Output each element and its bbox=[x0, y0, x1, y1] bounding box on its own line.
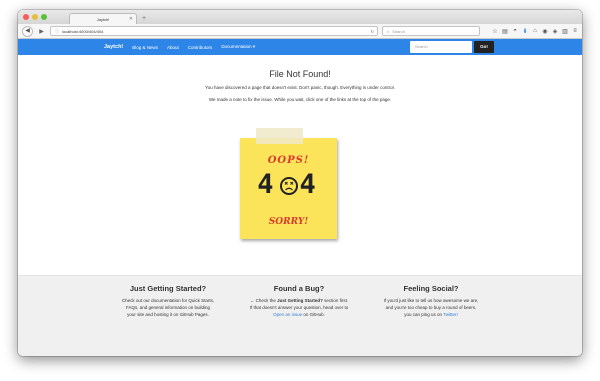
new-tab-icon[interactable]: + bbox=[142, 13, 146, 24]
browser-search-bar[interactable]: ⌕ Search bbox=[382, 26, 480, 36]
nav-link-contributors[interactable]: Contributors bbox=[188, 45, 213, 50]
browser-search-placeholder: Search bbox=[392, 28, 405, 34]
site-search-input[interactable]: Search bbox=[410, 41, 472, 53]
page-title: File Not Found! bbox=[269, 69, 331, 79]
close-tab-icon[interactable]: ✕ bbox=[129, 16, 133, 22]
footer-social-title: Feeling Social? bbox=[403, 284, 459, 293]
menu-icon[interactable]: ≡ bbox=[572, 28, 578, 35]
twitter-link[interactable]: Twitter! bbox=[443, 312, 458, 317]
footer-text-line: If you'd just like to tell us how awesom… bbox=[383, 298, 479, 303]
go-button[interactable]: Go! bbox=[474, 41, 494, 53]
footer-text-line: on GitHub. bbox=[302, 312, 325, 317]
error-code-left: 4 bbox=[257, 169, 278, 200]
browser-toolbar: ◀ ▶ ⓘ localhost:4000/404/404 ↻ ⌕ Search … bbox=[18, 24, 582, 39]
footer-found-bug-text: ← Check the Just Getting Started? sectio… bbox=[234, 297, 364, 318]
site-navbar: Jaytch! Blog & News About Contributors D… bbox=[18, 39, 582, 55]
sad-face-icon bbox=[280, 177, 298, 195]
shield-icon[interactable]: ◈ bbox=[552, 28, 558, 35]
footer-found-bug-title: Found a Bug? bbox=[273, 284, 325, 293]
sticky-note-404: OOPS! 44 SORRY! bbox=[240, 138, 337, 239]
footer-text-line: section first. bbox=[322, 298, 349, 303]
footer-text-line: If that doesn't answer your question, he… bbox=[249, 305, 349, 310]
browser-window: Jaytch! ✕ + ◀ ▶ ⓘ localhost:4000/404/404… bbox=[18, 10, 582, 356]
nav-link-blog[interactable]: Blog & News bbox=[132, 45, 158, 50]
url-text: localhost:4000/404/404 bbox=[62, 28, 104, 34]
maximize-window-button[interactable] bbox=[41, 14, 47, 20]
tab-title: Jaytch! bbox=[96, 16, 110, 22]
browser-tab[interactable]: Jaytch! ✕ bbox=[69, 13, 137, 24]
footer-text-line: FAQs, and general information on buildin… bbox=[125, 305, 211, 310]
download-icon[interactable]: ⬇ bbox=[522, 28, 528, 35]
error-code-right: 4 bbox=[299, 169, 320, 200]
footer-social: Feeling Social? If you'd just like to te… bbox=[366, 284, 496, 318]
back-arrow-icon[interactable]: ◀ bbox=[22, 25, 33, 37]
footer-social-text: If you'd just like to tell us how awesom… bbox=[366, 297, 496, 318]
close-window-button[interactable] bbox=[23, 14, 29, 20]
title-bar: Jaytch! ✕ + bbox=[18, 10, 582, 24]
open-issue-link[interactable]: Open an issue bbox=[273, 312, 302, 317]
toolbar-icons: ☆ ▤ ◓ ⬇ ⌂ ◉ ◈ ▥ ≡ bbox=[492, 28, 578, 35]
footer-getting-started: Just Getting Started? Check out our docu… bbox=[103, 284, 233, 318]
footer-text-line: Check out our documentation for Quick St… bbox=[121, 298, 215, 303]
footer-text-line: and you're too cheap to buy a round of b… bbox=[385, 305, 477, 310]
forward-arrow-icon[interactable]: ▶ bbox=[37, 28, 46, 35]
footer-getting-started-title: Just Getting Started? bbox=[129, 284, 207, 293]
footer-text-line: ← Check the bbox=[249, 298, 278, 303]
url-bar[interactable]: ⓘ localhost:4000/404/404 ↻ bbox=[50, 26, 378, 36]
sorry-text: SORRY! bbox=[268, 217, 309, 227]
site-brand[interactable]: Jaytch! bbox=[104, 44, 123, 50]
oops-text: OOPS! bbox=[267, 155, 310, 166]
extension-icon[interactable]: ◉ bbox=[542, 28, 548, 35]
footer-text-line: your site and hosting it on GitHub Pages… bbox=[127, 312, 209, 317]
nav-link-about[interactable]: About bbox=[167, 45, 179, 50]
wait-message: We made a note to fix the issue. While y… bbox=[208, 97, 392, 102]
footer: Just Getting Started? Check out our docu… bbox=[18, 275, 582, 356]
window-controls bbox=[23, 14, 47, 20]
error-message: You have discovered a page that doesn't … bbox=[205, 85, 395, 90]
tape-strip bbox=[256, 128, 303, 144]
footer-text-line: you can ping us on bbox=[404, 312, 444, 317]
search-icon: ⌕ bbox=[387, 28, 390, 34]
footer-found-bug: Found a Bug? ← Check the Just Getting St… bbox=[234, 284, 364, 318]
pocket-icon[interactable]: ◓ bbox=[512, 28, 518, 35]
star-icon[interactable]: ☆ bbox=[492, 28, 498, 35]
reload-icon[interactable]: ↻ bbox=[371, 29, 374, 34]
reader-icon[interactable]: ▤ bbox=[502, 28, 508, 35]
site-search: Search Go! bbox=[410, 41, 494, 53]
info-icon[interactable]: ⓘ bbox=[55, 28, 59, 34]
footer-bold-text: Just Getting Started? bbox=[277, 298, 323, 303]
sidebar-icon[interactable]: ▥ bbox=[562, 28, 568, 35]
footer-getting-started-text: Check out our documentation for Quick St… bbox=[103, 297, 233, 318]
sad-face-drawing bbox=[284, 181, 294, 191]
home-icon[interactable]: ⌂ bbox=[532, 28, 538, 35]
nav-link-documentation[interactable]: Documentation ▾ bbox=[221, 44, 255, 50]
minimize-window-button[interactable] bbox=[32, 14, 38, 20]
